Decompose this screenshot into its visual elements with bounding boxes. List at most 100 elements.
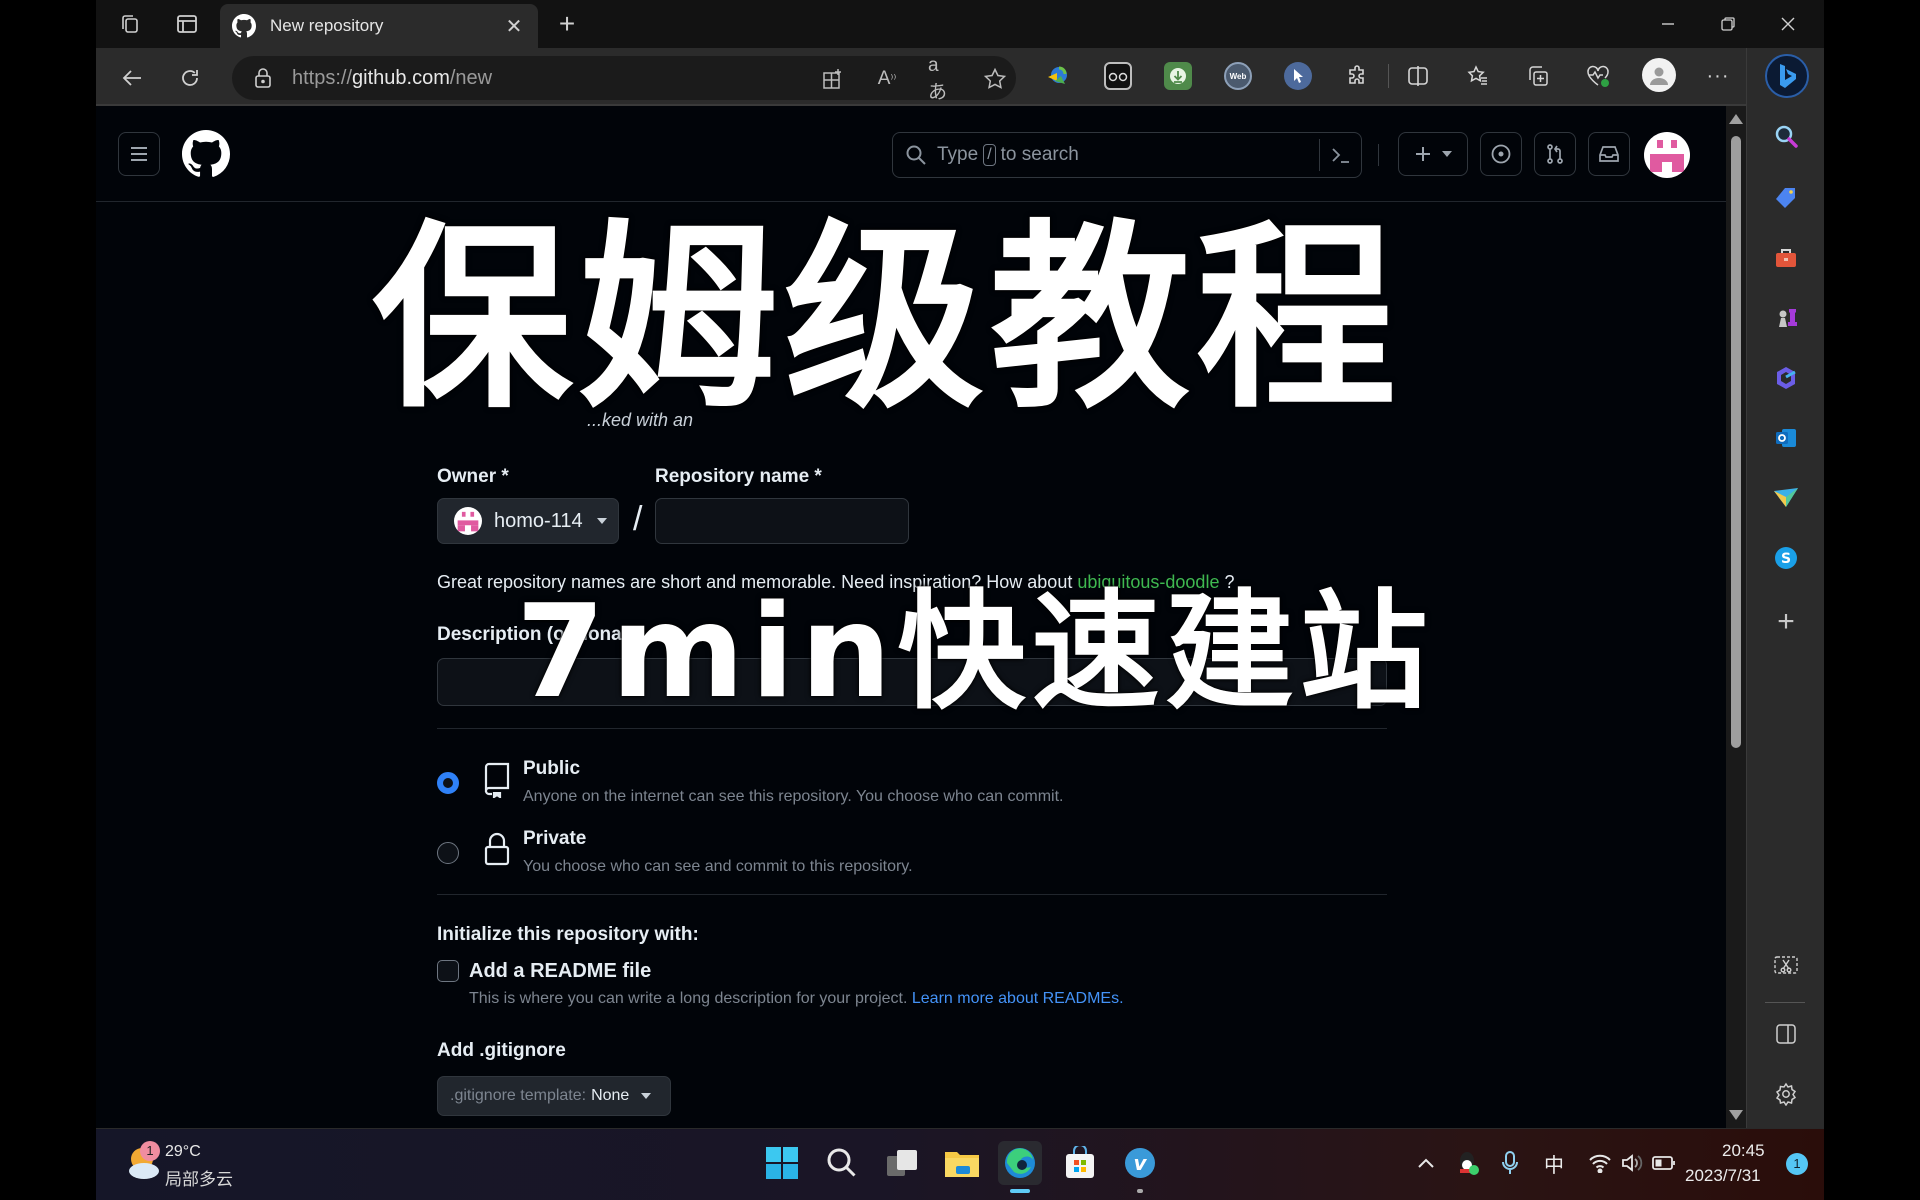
- public-desc: Anyone on the internet can see this repo…: [523, 788, 1064, 805]
- show-hidden-icons-chevron-up-icon[interactable]: [1412, 1149, 1440, 1177]
- idm-extension-icon[interactable]: [1044, 62, 1072, 90]
- private-label: Private: [523, 828, 587, 849]
- sidebar-add-icon[interactable]: +: [1770, 605, 1802, 638]
- browser-essentials-icon[interactable]: [1584, 62, 1612, 90]
- edge-taskbar-icon[interactable]: [998, 1141, 1042, 1193]
- readme-checkbox[interactable]: [437, 960, 459, 982]
- copilot-bing-icon[interactable]: [1765, 54, 1809, 98]
- minimize-button[interactable]: [1648, 10, 1688, 38]
- back-button[interactable]: [116, 62, 148, 94]
- split-screen-icon[interactable]: [1404, 62, 1432, 90]
- favorite-star-icon[interactable]: [982, 66, 1008, 92]
- sidebar-microsoft365-icon[interactable]: [1770, 362, 1802, 394]
- visibility-private-radio[interactable]: [437, 842, 459, 864]
- url-text[interactable]: https://github.com/new: [292, 67, 492, 90]
- battery-icon[interactable]: [1650, 1149, 1678, 1177]
- readme-desc: This is where you can write a long descr…: [469, 990, 1124, 1007]
- weather-widget-icon[interactable]: 1: [124, 1141, 164, 1183]
- scroll-up-arrow-icon[interactable]: [1729, 114, 1743, 124]
- repo-name-input[interactable]: [655, 498, 909, 544]
- sidebar-screenshot-icon[interactable]: [1770, 950, 1802, 982]
- extensions-puzzle-icon[interactable]: [1344, 62, 1372, 90]
- restore-button[interactable]: [1708, 10, 1748, 38]
- v2ray-icon[interactable]: v: [1118, 1141, 1162, 1193]
- workspaces-icon[interactable]: [118, 12, 142, 36]
- store-icon[interactable]: [1058, 1141, 1102, 1185]
- scroll-down-arrow-icon[interactable]: [1729, 1110, 1743, 1120]
- sidebar-outlook-icon[interactable]: [1770, 422, 1802, 454]
- task-view-icon[interactable]: [880, 1141, 924, 1185]
- address-bar[interactable]: https://github.com/new A ⁾⁾ aあ: [232, 55, 1016, 103]
- more-options-icon[interactable]: ···: [1704, 62, 1732, 90]
- sidebar-search-icon[interactable]: [1770, 120, 1802, 152]
- caret-down-icon: [596, 518, 607, 524]
- readme-label: Add a README file: [469, 960, 652, 982]
- gitignore-label: Add .gitignore: [437, 1040, 566, 1061]
- pull-requests-icon[interactable]: [1534, 132, 1576, 176]
- user-avatar[interactable]: [1644, 132, 1690, 178]
- visibility-public-radio[interactable]: [437, 772, 459, 794]
- menu-hamburger-icon[interactable]: [118, 132, 160, 176]
- downloader-extension-icon[interactable]: [1164, 62, 1192, 90]
- owner-label: Owner *: [437, 466, 509, 487]
- sidebar-shopping-icon[interactable]: [1770, 182, 1802, 214]
- screen: New repository ✕ + https://github.com/ne…: [96, 0, 1824, 1200]
- scrollbar-thumb[interactable]: [1731, 136, 1741, 748]
- hide-sidebar-icon[interactable]: [1770, 1018, 1802, 1050]
- overlay-title: 保姆级教程: [372, 203, 1403, 436]
- owner-select[interactable]: homo-114: [437, 498, 619, 544]
- notification-badge[interactable]: 1: [1786, 1153, 1808, 1175]
- clock-date[interactable]: 2023/7/31: [1685, 1166, 1761, 1186]
- app-available-icon[interactable]: [820, 66, 846, 92]
- sidebar-tools-icon[interactable]: [1770, 242, 1802, 274]
- github-logo-icon[interactable]: [182, 130, 231, 178]
- profile-avatar-icon[interactable]: [1642, 58, 1676, 92]
- lock-icon[interactable]: [252, 67, 274, 89]
- vertical-tabs-icon[interactable]: [175, 12, 199, 36]
- learn-readmes-link[interactable]: Learn more about READMEs.: [912, 990, 1124, 1007]
- close-tab-icon[interactable]: ✕: [502, 14, 526, 39]
- toolbar-divider: [1388, 64, 1389, 88]
- github-search-input[interactable]: Type / to search: [892, 132, 1362, 178]
- translate-icon[interactable]: aあ: [928, 55, 954, 103]
- command-palette-icon[interactable]: [1319, 139, 1361, 171]
- owner-repo-separator: /: [633, 500, 643, 538]
- glasses-extension-icon[interactable]: [1104, 62, 1132, 90]
- read-aloud-icon[interactable]: A ⁾⁾: [874, 66, 900, 92]
- tab-title: New repository: [270, 16, 384, 35]
- refresh-button[interactable]: [174, 62, 206, 94]
- inbox-icon[interactable]: [1588, 132, 1630, 176]
- divider: [437, 728, 1387, 729]
- gitignore-select[interactable]: .gitignore template: None: [437, 1076, 671, 1116]
- weather-temp[interactable]: 29°C: [165, 1143, 201, 1161]
- sidebar-drop-icon[interactable]: [1770, 482, 1802, 514]
- init-label: Initialize this repository with:: [437, 924, 699, 945]
- collections-icon[interactable]: [1524, 62, 1552, 90]
- microphone-icon[interactable]: [1496, 1149, 1524, 1177]
- header-divider: [1378, 144, 1379, 166]
- sidebar-skype-icon[interactable]: S: [1770, 542, 1802, 574]
- sidebar-games-icon[interactable]: [1770, 302, 1802, 334]
- new-tab-button[interactable]: +: [552, 10, 582, 38]
- volume-icon[interactable]: [1618, 1149, 1646, 1177]
- weather-desc[interactable]: 局部多云: [165, 1165, 233, 1190]
- issues-icon[interactable]: [1480, 132, 1522, 176]
- page-scrollbar[interactable]: [1726, 106, 1746, 1128]
- taskbar-search-icon[interactable]: [820, 1141, 864, 1185]
- plus-icon: [1416, 147, 1430, 161]
- create-new-button[interactable]: [1398, 132, 1468, 176]
- webchatgpt-extension-icon[interactable]: Web: [1224, 62, 1252, 90]
- wifi-icon[interactable]: [1586, 1149, 1614, 1177]
- running-app-indicator: [1137, 1189, 1143, 1193]
- start-icon[interactable]: [760, 1141, 804, 1185]
- file-explorer-icon[interactable]: [940, 1141, 984, 1185]
- tab-new-repository[interactable]: New repository ✕: [220, 4, 538, 48]
- favorites-list-icon[interactable]: [1464, 62, 1492, 90]
- cursor-extension-icon[interactable]: [1284, 62, 1312, 90]
- ime-indicator[interactable]: 中: [1540, 1149, 1568, 1177]
- clock-time[interactable]: 20:45: [1722, 1141, 1765, 1161]
- search-icon: [906, 145, 926, 165]
- sidebar-settings-icon[interactable]: [1770, 1078, 1802, 1110]
- close-window-button[interactable]: [1768, 10, 1808, 38]
- qq-icon[interactable]: [1454, 1149, 1482, 1177]
